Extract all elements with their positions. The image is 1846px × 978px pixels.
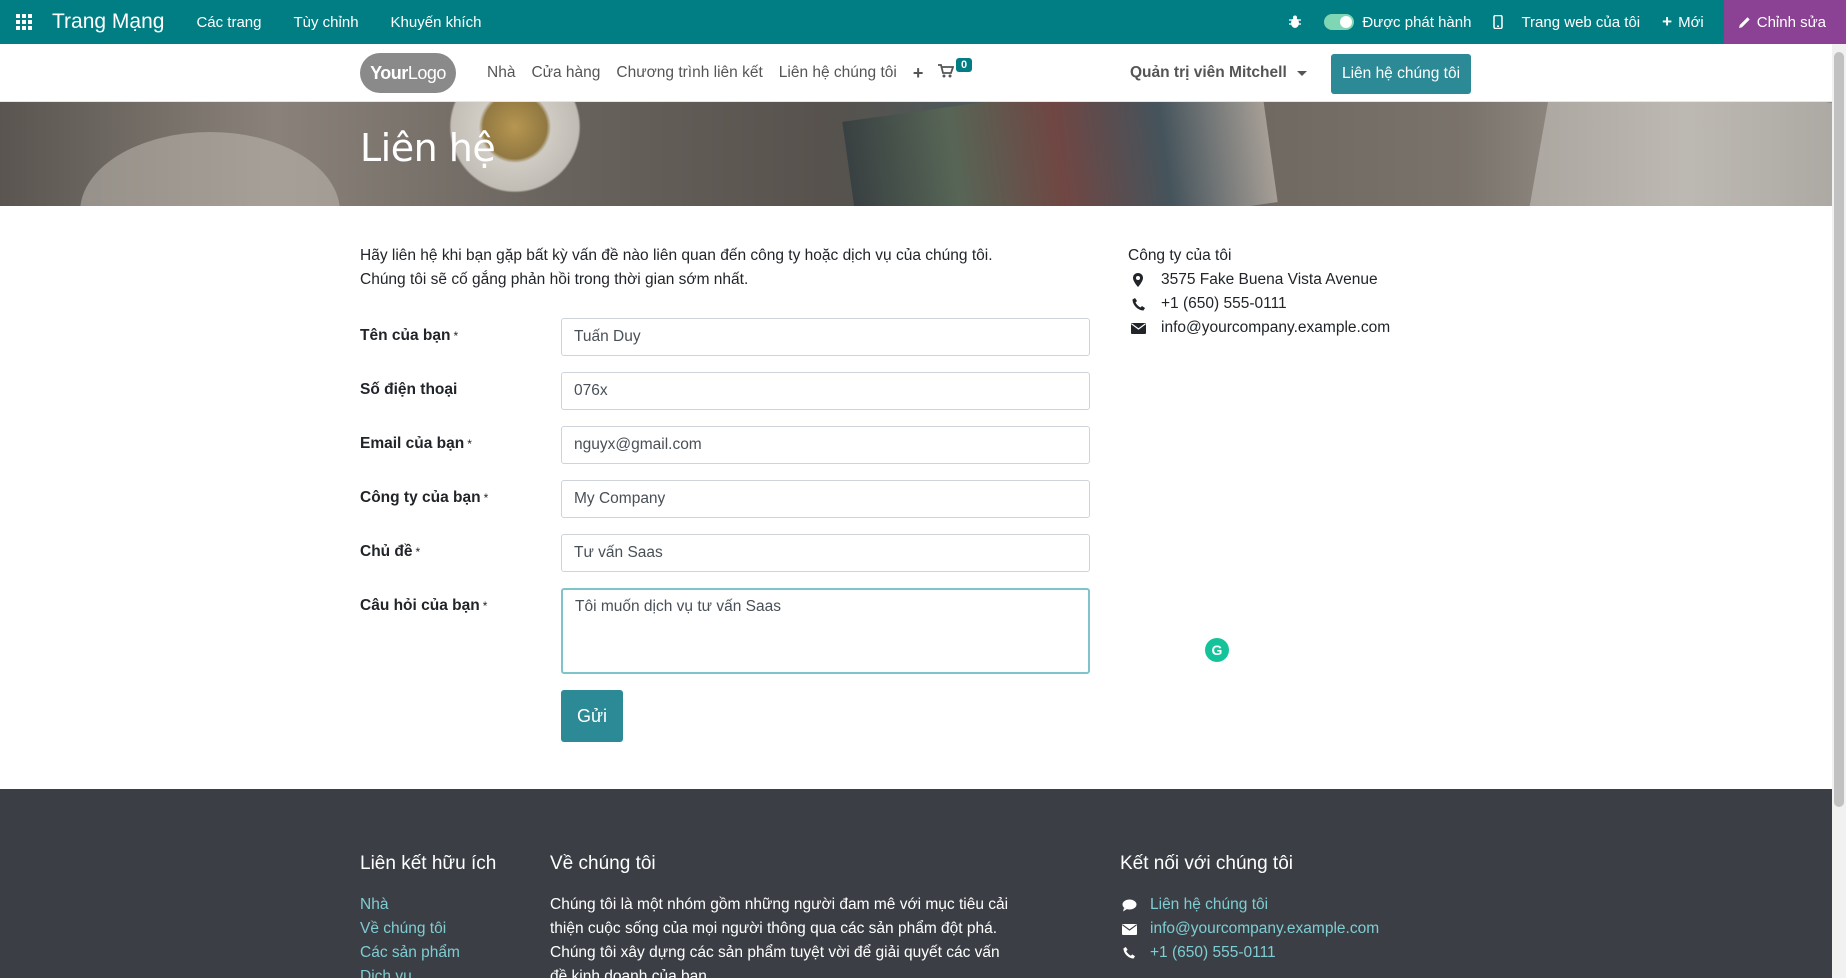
- my-website-link[interactable]: Trang web của tôi: [1493, 14, 1640, 31]
- menu-pages[interactable]: Các trang: [196, 14, 261, 31]
- bug-icon[interactable]: [1288, 15, 1302, 29]
- footer-links-title: Liên kết hữu ích: [360, 853, 497, 874]
- footer-about-text: Chúng tôi là một nhóm gồm những người đa…: [550, 896, 1009, 978]
- user-menu-dropdown[interactable]: Quản trị viên Mitchell: [1130, 44, 1307, 102]
- footer-link-about[interactable]: Về chúng tôi: [360, 917, 460, 941]
- phone-icon: [1120, 947, 1138, 959]
- cart-icon: [938, 64, 954, 78]
- email-label: Email của bạn *: [360, 435, 472, 452]
- nav-affiliate[interactable]: Chương trình liên kết: [616, 64, 762, 82]
- question-label: Câu hỏi của bạn *: [360, 597, 488, 614]
- footer-phone-link[interactable]: +1 (650) 555-0111: [1150, 941, 1276, 965]
- name-input[interactable]: [561, 318, 1090, 356]
- menu-customize[interactable]: Tùy chỉnh: [294, 14, 359, 31]
- admin-topbar: Trang Mạng Các trang Tùy chỉnh Khuyến kh…: [0, 0, 1846, 44]
- intro-line: Chúng tôi sẽ cố gắng phản hồi trong thời…: [360, 271, 749, 288]
- plus-icon: +: [1662, 12, 1673, 31]
- question-textarea[interactable]: Tôi muốn dịch vụ tư vấn Saas: [561, 588, 1090, 674]
- site-logo[interactable]: Your Logo: [360, 53, 456, 93]
- contact-us-button[interactable]: Liên hệ chúng tôi: [1331, 54, 1471, 94]
- hero-decoration: [1528, 102, 1832, 206]
- hero-banner: Liên hệ: [0, 102, 1832, 206]
- logo-text-light: Logo: [407, 62, 447, 83]
- phone-label: Số điện thoại: [360, 381, 458, 398]
- envelope-icon: [1128, 322, 1148, 334]
- menu-promote[interactable]: Khuyến khích: [391, 14, 482, 31]
- page-scrollbar[interactable]: [1832, 44, 1846, 978]
- apps-icon[interactable]: [0, 0, 48, 44]
- scrollbar-thumb[interactable]: [1834, 52, 1844, 807]
- company-input[interactable]: [561, 480, 1090, 518]
- mobile-icon: [1493, 15, 1504, 29]
- footer-email-link[interactable]: info@yourcompany.example.com: [1150, 917, 1379, 941]
- intro-text: Hãy liên hệ khi bạn gặp bất kỳ vấn đề nà…: [360, 244, 1060, 292]
- user-name: Quản trị viên Mitchell: [1130, 64, 1287, 81]
- map-marker-icon: [1128, 273, 1148, 287]
- phone-icon: [1128, 297, 1148, 311]
- cart-count-badge: 0: [956, 58, 973, 72]
- footer-connect: Liên hệ chúng tôi info@yourcompany.examp…: [1120, 893, 1379, 965]
- footer-links: Nhà Về chúng tôi Các sản phẩm Dịch vụ: [360, 893, 460, 978]
- main-nav: Nhà Cửa hàng Chương trình liên kết Liên …: [487, 44, 939, 102]
- logo-text-bold: Your: [370, 62, 408, 83]
- footer-link-home[interactable]: Nhà: [360, 893, 460, 917]
- name-label: Tên của bạn *: [360, 327, 459, 344]
- plus-icon[interactable]: +: [913, 63, 924, 84]
- new-button[interactable]: + Mới: [1662, 12, 1704, 32]
- pencil-icon: [1738, 16, 1750, 28]
- company-email: info@yourcompany.example.com: [1161, 319, 1391, 336]
- company-name: Công ty của tôi: [1128, 247, 1232, 264]
- envelope-icon: [1120, 923, 1138, 935]
- footer-contact-link[interactable]: Liên hệ chúng tôi: [1150, 893, 1268, 917]
- caret-down-icon: [1296, 70, 1307, 76]
- my-website-label: Trang web của tôi: [1521, 13, 1641, 31]
- footer-connect-title: Kết nối với chúng tôi: [1120, 853, 1294, 874]
- comment-icon: [1120, 899, 1138, 912]
- page-title: Liên hệ: [360, 126, 496, 170]
- hero-decoration: [80, 132, 340, 206]
- phone-input[interactable]: [561, 372, 1090, 410]
- nav-home[interactable]: Nhà: [487, 64, 515, 82]
- footer-about-title: Về chúng tôi: [550, 853, 656, 874]
- company-label: Công ty của bạn *: [360, 489, 489, 506]
- nav-contact[interactable]: Liên hệ chúng tôi: [779, 64, 897, 82]
- company-info: Công ty của tôi 3575 Fake Buena Vista Av…: [1128, 244, 1390, 340]
- company-phone: +1 (650) 555-0111: [1161, 295, 1287, 312]
- published-label: Được phát hành: [1362, 13, 1472, 31]
- edit-label: Chỉnh sửa: [1756, 13, 1826, 31]
- new-label: Mới: [1678, 13, 1704, 31]
- subject-input[interactable]: [561, 534, 1090, 572]
- site-footer: Liên kết hữu ích Nhà Về chúng tôi Các sả…: [0, 789, 1832, 978]
- website-navbar: Your Logo Nhà Cửa hàng Chương trình liên …: [0, 44, 1832, 102]
- publish-toggle[interactable]: Được phát hành: [1324, 14, 1471, 31]
- edit-button[interactable]: Chỉnh sửa: [1723, 0, 1846, 44]
- email-input[interactable]: [561, 426, 1090, 464]
- toggle-switch-icon[interactable]: [1324, 14, 1355, 30]
- cart-link[interactable]: 0: [938, 58, 973, 78]
- footer-link-services[interactable]: Dịch vụ: [360, 965, 460, 978]
- submit-button[interactable]: Gửi: [561, 690, 623, 742]
- intro-line: Hãy liên hệ khi bạn gặp bất kỳ vấn đề nà…: [360, 247, 993, 264]
- footer-link-products[interactable]: Các sản phẩm: [360, 941, 460, 965]
- subject-label: Chủ đề *: [360, 543, 421, 560]
- grammarly-icon[interactable]: G: [1205, 638, 1229, 662]
- app-brand[interactable]: Trang Mạng: [52, 10, 164, 34]
- nav-shop[interactable]: Cửa hàng: [531, 64, 600, 82]
- company-address: 3575 Fake Buena Vista Avenue: [1161, 271, 1378, 288]
- hero-decoration: [842, 102, 1278, 206]
